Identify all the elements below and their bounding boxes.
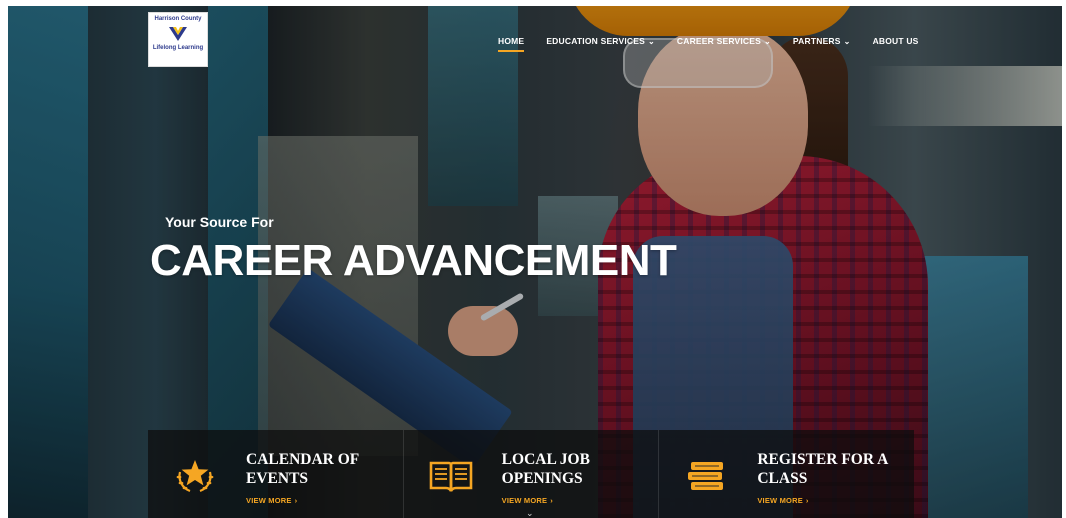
card-title-line-1: CALENDAR OF bbox=[246, 451, 360, 468]
scroll-down-icon[interactable]: ⌄ bbox=[526, 508, 538, 518]
chevron-right-icon: › bbox=[805, 496, 809, 505]
main-nav: HOME EDUCATION SERVICES ⌄ CAREER SERVICES… bbox=[498, 36, 941, 56]
view-more-link[interactable]: VIEW MORE › bbox=[246, 496, 359, 505]
nav-home-label: HOME bbox=[498, 36, 525, 46]
chevron-down-icon: ⌄ bbox=[843, 37, 851, 46]
nav-home[interactable]: HOME bbox=[498, 36, 525, 56]
star-wreath-icon bbox=[170, 456, 220, 496]
feature-cards: CALENDAR OF EVENTS VIEW MORE › LOCAL JOB … bbox=[148, 430, 914, 518]
card-register-for-a-class[interactable]: REGISTER FOR A CLASS VIEW MORE › bbox=[659, 430, 914, 518]
chevron-down-icon: ⌄ bbox=[764, 37, 771, 46]
card-title-line-1: REGISTER FOR A bbox=[757, 451, 889, 468]
nav-education-services[interactable]: EDUCATION SERVICES ⌄ bbox=[546, 36, 655, 56]
hero-headline: CAREER ADVANCEMENT bbox=[150, 236, 677, 285]
view-more-label: VIEW MORE bbox=[501, 496, 548, 505]
view-more-label: VIEW MORE bbox=[757, 496, 803, 505]
open-book-icon bbox=[426, 456, 476, 496]
site-logo[interactable]: Harrison County Lifelong Learning bbox=[148, 12, 208, 67]
view-more-link[interactable]: VIEW MORE › bbox=[757, 496, 888, 505]
card-calendar-of-events[interactable]: CALENDAR OF EVENTS VIEW MORE › bbox=[148, 430, 404, 518]
nav-about-us[interactable]: ABOUT US bbox=[873, 36, 919, 56]
chevron-down-icon: ⌄ bbox=[648, 37, 655, 46]
logo-line-1: Harrison County bbox=[154, 16, 202, 22]
hero-eyebrow: Your Source For bbox=[165, 214, 274, 230]
view-more-label: VIEW MORE bbox=[246, 496, 292, 505]
chevron-right-icon: › bbox=[294, 496, 298, 505]
nav-career-services[interactable]: CAREER SERVICES ⌄ bbox=[677, 36, 771, 56]
logo-line-2: Lifelong Learning bbox=[152, 45, 204, 51]
card-title-line-2: OPENINGS bbox=[501, 470, 583, 487]
nav-education-services-label: EDUCATION SERVICES bbox=[546, 36, 646, 46]
nav-partners[interactable]: PARTNERS ⌄ bbox=[793, 36, 851, 56]
nav-about-us-label: ABOUT US bbox=[872, 36, 919, 46]
card-local-job-openings[interactable]: LOCAL JOB OPENINGS VIEW MORE › bbox=[404, 430, 660, 518]
card-title-line-2: CLASS bbox=[757, 470, 808, 487]
card-title-line-1: LOCAL JOB bbox=[501, 451, 590, 468]
view-more-link[interactable]: VIEW MORE › bbox=[502, 496, 590, 505]
book-stack-icon bbox=[681, 456, 731, 496]
logo-chevron-icon bbox=[169, 27, 187, 41]
nav-career-services-label: CAREER SERVICES bbox=[676, 36, 762, 46]
nav-partners-label: PARTNERS bbox=[792, 36, 841, 46]
chevron-right-icon: › bbox=[550, 496, 553, 505]
card-title-line-2: EVENTS bbox=[246, 470, 309, 487]
